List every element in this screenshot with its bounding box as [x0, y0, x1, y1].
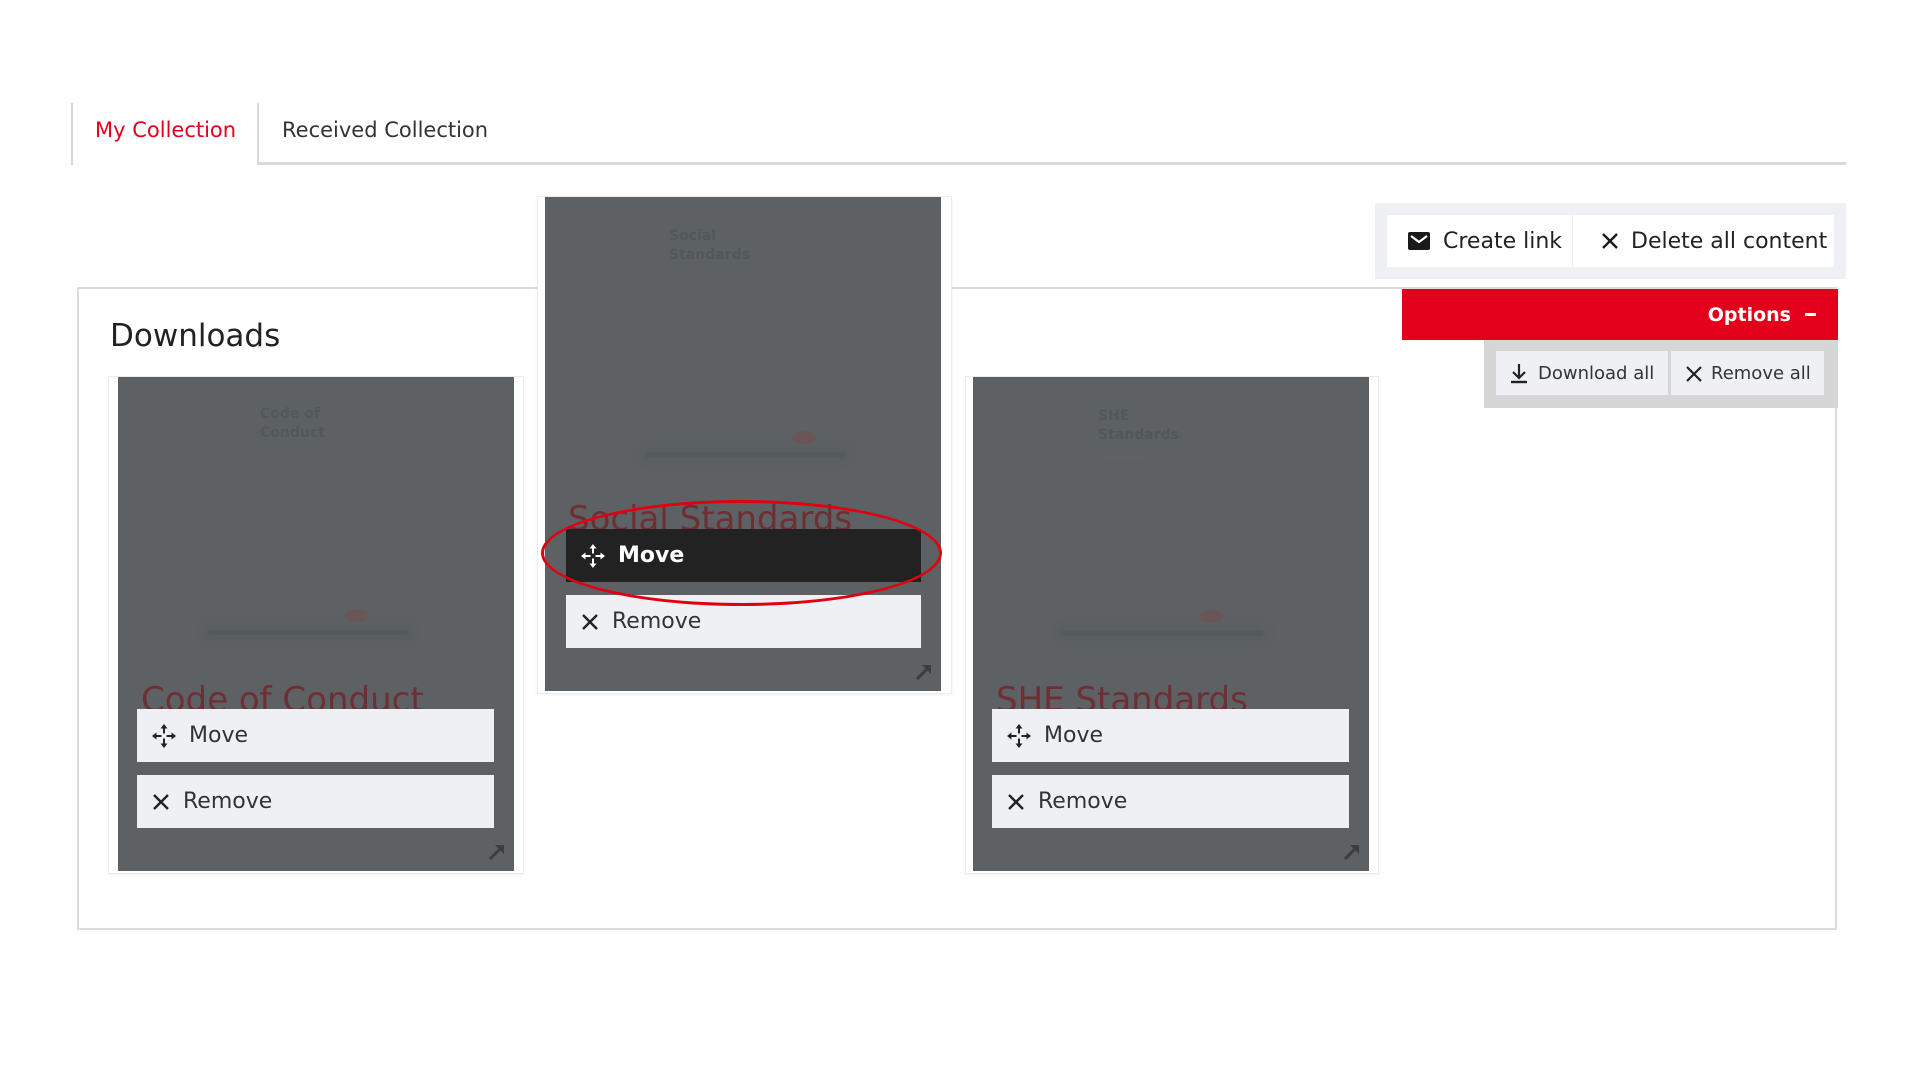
cover-decoration [645, 452, 845, 457]
expand-arrow-icon[interactable] [486, 841, 508, 863]
expand-arrow-icon[interactable] [1341, 841, 1363, 863]
close-icon [1686, 366, 1702, 382]
card-cover[interactable]: Code of Conduct Code of Conduct Move Rem… [118, 377, 514, 871]
cover-title-line: Code of [260, 406, 320, 422]
download-all-label: Download all [1538, 362, 1655, 384]
move-icon [581, 543, 605, 568]
move-label: Move [1044, 723, 1103, 748]
expand-arrow-icon[interactable] [913, 661, 935, 683]
collection-actions-bar: Create link Delete all content [1387, 215, 1834, 267]
move-label: Move [189, 723, 248, 748]
remove-all-button[interactable]: Remove all [1671, 351, 1824, 395]
cover-title-line: Conduct [260, 425, 325, 441]
cover-logo [345, 609, 369, 622]
tab-received-collection[interactable]: Received Collection [282, 118, 488, 142]
close-icon [153, 793, 169, 810]
cover-title-line: Standards [669, 247, 750, 263]
cover-title-line: SHE [1098, 408, 1130, 424]
remove-button[interactable]: Remove [566, 595, 921, 648]
download-all-button[interactable]: Download all [1496, 351, 1668, 395]
cover-title-line: Social [669, 228, 717, 244]
remove-all-label: Remove all [1711, 362, 1811, 384]
remove-label: Remove [183, 789, 273, 814]
move-button[interactable]: Move [137, 709, 494, 762]
create-link-button[interactable]: Create link [1387, 215, 1573, 267]
tab-underline [257, 162, 1846, 165]
move-label: Move [618, 543, 685, 568]
cover-logo [792, 431, 816, 444]
close-icon [1008, 793, 1024, 810]
options-toggle[interactable]: Options [1402, 289, 1838, 340]
download-icon [1511, 364, 1527, 384]
card-cover[interactable]: Social Standards Social Standards Move R… [545, 197, 941, 691]
options-label: Options [1707, 303, 1791, 326]
envelope-icon [1408, 232, 1430, 250]
remove-button[interactable]: Remove [137, 775, 494, 828]
move-icon [152, 723, 176, 748]
cover-subtitle [1098, 457, 1178, 482]
cover-decoration [208, 630, 408, 635]
delete-all-content-button[interactable]: Delete all content [1573, 215, 1827, 267]
tab-divider-left [71, 103, 73, 165]
move-icon [1007, 723, 1031, 748]
card-cover[interactable]: SHE Standards SHE Standards Move Remove [973, 377, 1369, 871]
remove-label: Remove [612, 609, 702, 634]
panel-title: Downloads [110, 318, 281, 354]
minus-icon [1805, 313, 1816, 316]
move-button[interactable]: Move [992, 709, 1349, 762]
tab-my-collection[interactable]: My Collection [95, 118, 236, 142]
delete-all-content-label: Delete all content [1631, 228, 1828, 254]
tab-divider [257, 103, 259, 165]
close-icon [582, 613, 598, 630]
remove-button[interactable]: Remove [992, 775, 1349, 828]
close-icon [1602, 233, 1618, 249]
cover-logo [1199, 610, 1223, 623]
cover-title-line: Standards [1098, 427, 1179, 443]
remove-label: Remove [1038, 789, 1128, 814]
create-link-label: Create link [1443, 228, 1563, 254]
cover-decoration [1063, 631, 1263, 636]
move-button-active[interactable]: Move [566, 529, 921, 582]
